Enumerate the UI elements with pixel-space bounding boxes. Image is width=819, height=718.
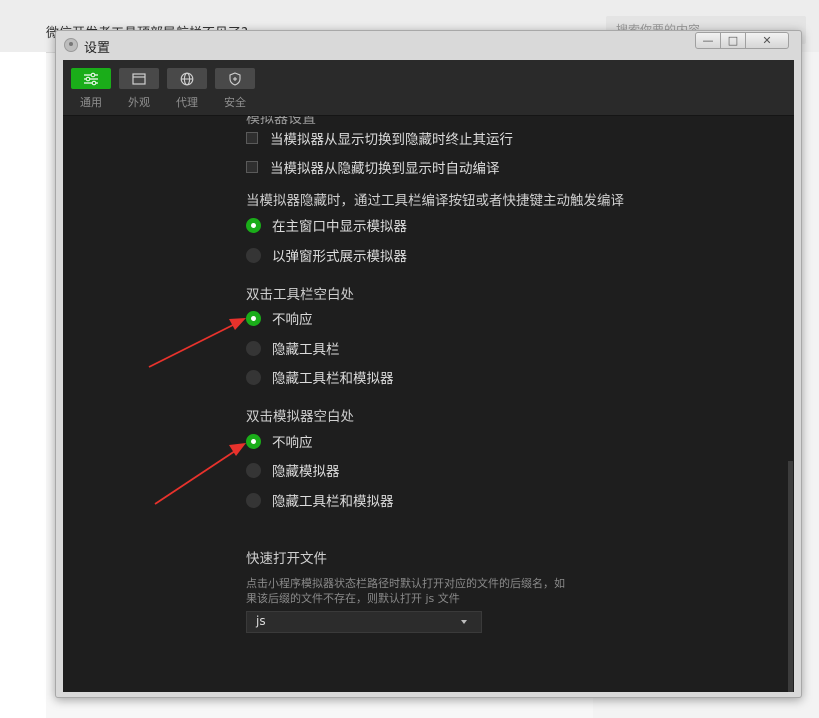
section-title-toolbar-dblclick: 双击工具栏空白处 (246, 287, 354, 303)
shield-icon (215, 68, 255, 89)
settings-toolbar: 通用 外观 代理 安全 (63, 60, 794, 116)
file-suffix-select[interactable]: js (246, 611, 482, 633)
radio-button[interactable] (246, 462, 261, 478)
tab-general[interactable]: 通用 (71, 68, 111, 113)
chevron-down-icon (461, 620, 467, 624)
window-title: 设置 (84, 41, 111, 56)
radio-button[interactable] (246, 433, 261, 449)
radio-label: 不响应 (272, 312, 313, 328)
radio-button[interactable] (246, 217, 261, 233)
radio-simulator-hide-both[interactable]: 隐藏工具栏和模拟器 (246, 491, 394, 510)
radio-button[interactable] (246, 340, 261, 356)
radio-label: 不响应 (272, 435, 313, 451)
checkbox-label: 当模拟器从显示切换到隐藏时终止其运行 (270, 132, 513, 148)
tab-security-label: 安全 (224, 96, 246, 109)
section-title-hidden-compile: 当模拟器隐藏时，通过工具栏编译按钮或者快捷键主动触发编译 (246, 193, 624, 209)
radio-show-in-main-window[interactable]: 在主窗口中显示模拟器 (246, 216, 407, 235)
tab-appearance[interactable]: 外观 (119, 68, 159, 113)
window-icon (119, 68, 159, 89)
radio-button[interactable] (246, 310, 261, 326)
file-suffix-value: js (256, 614, 266, 628)
radio-simulator-no-response[interactable]: 不响应 (246, 432, 313, 451)
radio-label: 隐藏模拟器 (272, 464, 340, 480)
radio-button[interactable] (246, 247, 261, 263)
description-line: 果该后缀的文件不存在，则默认打开 js 文件 (246, 592, 460, 605)
minimize-button[interactable]: — (695, 32, 721, 49)
radio-label: 隐藏工具栏和模拟器 (272, 494, 394, 510)
close-button[interactable]: ✕ (745, 32, 789, 49)
cut-off-heading: 模拟器设置 (246, 116, 316, 127)
checkbox-terminate-on-hide[interactable]: 当模拟器从显示切换到隐藏时终止其运行 (246, 129, 513, 148)
radio-label: 在主窗口中显示模拟器 (272, 219, 407, 235)
radio-toolbar-hide-both[interactable]: 隐藏工具栏和模拟器 (246, 368, 394, 387)
checkbox-label: 当模拟器从隐藏切换到显示时自动编译 (270, 161, 500, 177)
settings-scrollbar[interactable] (788, 461, 793, 692)
window-titlebar[interactable]: 设置 — □ ✕ (56, 31, 801, 59)
tab-general-label: 通用 (80, 96, 102, 109)
tab-proxy-label: 代理 (176, 96, 198, 109)
radio-toolbar-no-response[interactable]: 不响应 (246, 309, 313, 328)
maximize-button[interactable]: □ (720, 32, 746, 49)
radio-button[interactable] (246, 369, 261, 385)
tab-appearance-label: 外观 (128, 96, 150, 109)
tab-security[interactable]: 安全 (215, 68, 255, 113)
radio-simulator-hide-simulator[interactable]: 隐藏模拟器 (246, 461, 340, 480)
checkbox-compile-on-show[interactable]: 当模拟器从隐藏切换到显示时自动编译 (246, 158, 500, 177)
radio-show-in-popup[interactable]: 以弹窗形式展示模拟器 (246, 246, 407, 265)
section-title-simulator-dblclick: 双击模拟器空白处 (246, 409, 354, 425)
quick-open-description: 点击小程序模拟器状态栏路径时默认打开对应的文件的后缀名，如 果该后缀的文件不存在… (246, 576, 576, 606)
tab-proxy[interactable]: 代理 (167, 68, 207, 113)
checkbox-box[interactable] (246, 161, 258, 173)
settings-panel: 通用 外观 代理 安全 模拟器设置 当模拟器从显示切换到隐藏时终止其运行 当模拟… (63, 60, 794, 692)
checkbox-box[interactable] (246, 132, 258, 144)
settings-window: 设置 — □ ✕ 通用 外观 代理 安全 模拟器设置 当模拟器从显示切换到隐藏时… (55, 30, 802, 698)
section-title-quick-open: 快速打开文件 (246, 551, 327, 567)
settings-content: 模拟器设置 当模拟器从显示切换到隐藏时终止其运行 当模拟器从隐藏切换到显示时自动… (63, 116, 794, 692)
app-logo-icon (64, 38, 78, 52)
radio-button[interactable] (246, 492, 261, 508)
sliders-icon (71, 68, 111, 89)
radio-label: 隐藏工具栏 (272, 342, 340, 358)
globe-icon (167, 68, 207, 89)
radio-label: 以弹窗形式展示模拟器 (272, 249, 407, 265)
background-left-column (0, 52, 46, 718)
radio-label: 隐藏工具栏和模拟器 (272, 371, 394, 387)
radio-toolbar-hide-toolbar[interactable]: 隐藏工具栏 (246, 339, 340, 358)
description-line: 点击小程序模拟器状态栏路径时默认打开对应的文件的后缀名，如 (246, 577, 565, 590)
